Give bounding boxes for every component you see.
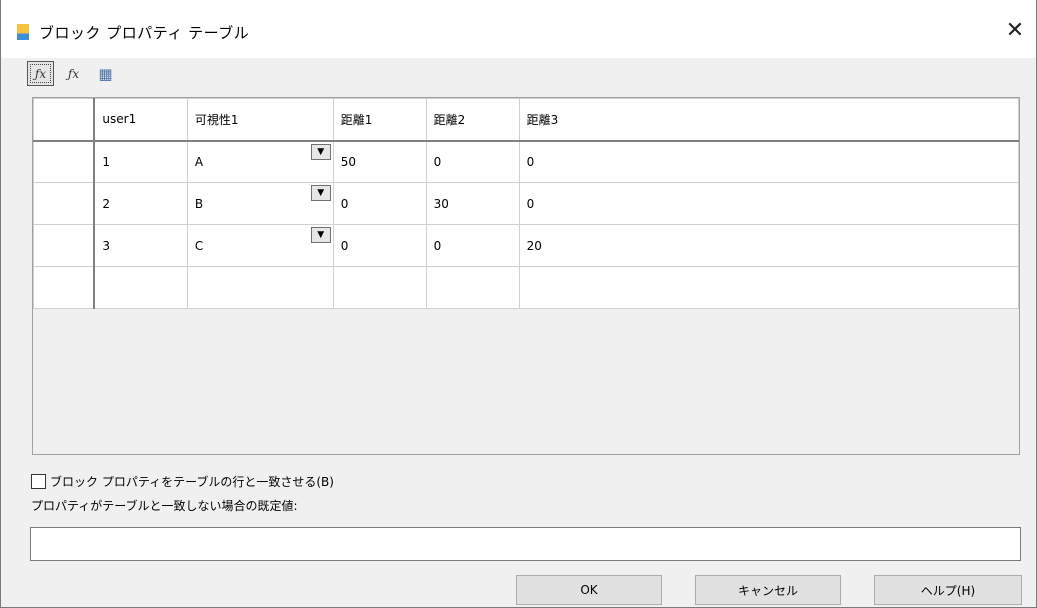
row-header[interactable] bbox=[33, 266, 96, 309]
table-cell[interactable]: 0 bbox=[332, 224, 427, 267]
chevron-down-icon[interactable]: ▼ bbox=[310, 227, 331, 243]
row-header[interactable] bbox=[33, 140, 96, 183]
add-parameter-button[interactable]: ƒx bbox=[60, 61, 87, 86]
table-row: 1 A ▼ 50 0 0 bbox=[33, 140, 1019, 183]
default-value-label: プロパティがテーブルと一致しない場合の既定値: bbox=[31, 499, 298, 513]
fx-star-icon: ƒx bbox=[67, 66, 80, 81]
visibility-select[interactable]: A ▼ bbox=[186, 140, 334, 183]
block-property-table-dialog: ブロック プロパティ テーブル ✕ ƒx ƒx ▦ user1 可視性1 距離1… bbox=[0, 0, 1037, 608]
row-header[interactable] bbox=[33, 182, 96, 225]
help-button[interactable]: ヘルプ(H) bbox=[874, 575, 1022, 605]
add-user-parameter-button[interactable]: ƒx bbox=[27, 61, 54, 86]
column-header[interactable]: 可視性1 bbox=[186, 98, 334, 142]
table-cell[interactable] bbox=[332, 266, 427, 309]
select-value: C bbox=[194, 238, 204, 253]
table-cell[interactable]: 3 bbox=[93, 224, 188, 267]
column-header[interactable]: 距離3 bbox=[518, 98, 1019, 142]
table-cell[interactable] bbox=[186, 266, 334, 309]
column-header[interactable]: 距離1 bbox=[332, 98, 427, 142]
table-cell[interactable]: 0 bbox=[425, 140, 520, 183]
table-cell[interactable] bbox=[518, 266, 1019, 309]
close-button[interactable]: ✕ bbox=[998, 16, 1032, 44]
table-cell[interactable]: 50 bbox=[332, 140, 427, 183]
column-header[interactable]: 距離2 bbox=[425, 98, 520, 142]
audit-table-button[interactable]: ▦ bbox=[92, 61, 119, 86]
table-cell[interactable]: 0 bbox=[425, 224, 520, 267]
visibility-select[interactable]: C ▼ bbox=[186, 224, 334, 267]
select-value: B bbox=[194, 196, 204, 211]
table-cell[interactable]: 1 bbox=[93, 140, 188, 183]
table-cell[interactable]: 0 bbox=[518, 140, 1019, 183]
table-check-icon: ▦ bbox=[98, 64, 113, 83]
fx-plus-icon: ƒx bbox=[34, 66, 47, 81]
column-header[interactable]: user1 bbox=[93, 98, 188, 142]
table-row-new bbox=[33, 266, 1019, 309]
table-row: 2 B ▼ 0 30 0 bbox=[33, 182, 1019, 225]
corner-cell[interactable] bbox=[33, 98, 96, 142]
table-header-row: user1 可視性1 距離1 距離2 距離3 bbox=[33, 98, 1019, 142]
visibility-select[interactable]: B ▼ bbox=[186, 182, 334, 225]
cancel-button[interactable]: キャンセル bbox=[695, 575, 841, 605]
chevron-down-icon[interactable]: ▼ bbox=[310, 185, 331, 201]
row-header[interactable] bbox=[33, 224, 96, 267]
window-title: ブロック プロパティ テーブル bbox=[39, 24, 250, 42]
default-value-field[interactable] bbox=[30, 527, 1021, 561]
table-cell[interactable] bbox=[93, 266, 188, 309]
table-cell[interactable]: 0 bbox=[332, 182, 427, 225]
table-row: 3 C ▼ 0 0 20 bbox=[33, 224, 1019, 267]
table-cell[interactable]: 30 bbox=[425, 182, 520, 225]
ok-button[interactable]: OK bbox=[516, 575, 662, 605]
match-checkbox[interactable] bbox=[31, 474, 46, 489]
property-table: user1 可視性1 距離1 距離2 距離3 1 A ▼ 50 0 0 2 B ▼ … bbox=[32, 97, 1020, 455]
chevron-down-icon[interactable]: ▼ bbox=[310, 143, 331, 160]
match-checkbox-label[interactable]: ブロック プロパティをテーブルの行と一致させる(B) bbox=[50, 473, 334, 490]
match-row-option[interactable]: ブロック プロパティをテーブルの行と一致させる(B) bbox=[31, 473, 334, 490]
table-cell[interactable]: 0 bbox=[518, 182, 1019, 225]
select-value: A bbox=[194, 154, 204, 169]
table-cell[interactable]: 2 bbox=[93, 182, 188, 225]
app-icon bbox=[17, 24, 29, 40]
table-cell[interactable]: 20 bbox=[518, 224, 1019, 267]
table-cell[interactable] bbox=[425, 266, 520, 309]
title-bar: ブロック プロパティ テーブル ✕ bbox=[1, 0, 1036, 58]
